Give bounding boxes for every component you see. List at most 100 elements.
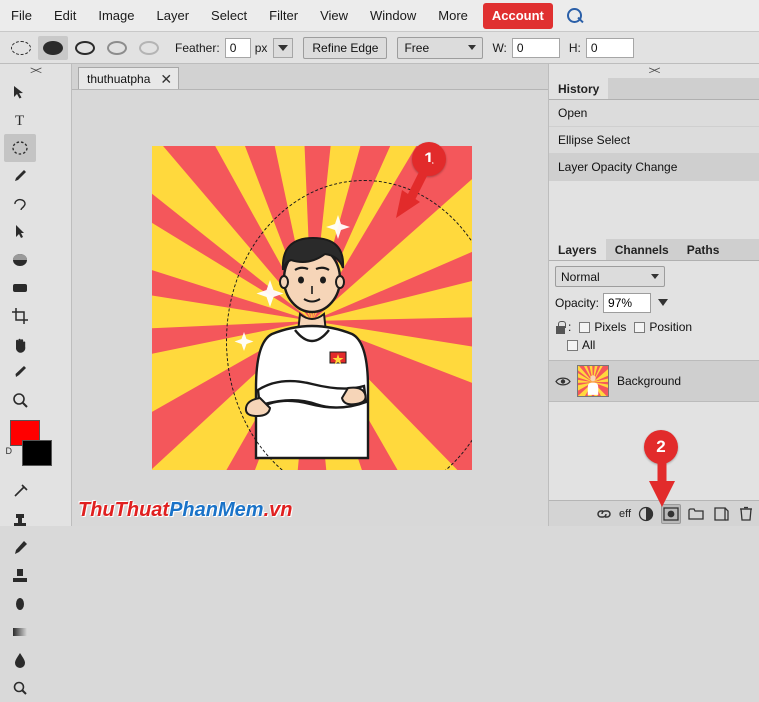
lock-row: : Pixels Position — [555, 320, 753, 334]
search-icon[interactable] — [565, 6, 585, 26]
eye-icon[interactable] — [555, 373, 571, 389]
menu-item-layer[interactable]: Layer — [146, 2, 201, 30]
tool-panel: >< T D — [0, 64, 72, 695]
hand-tool[interactable] — [4, 330, 36, 358]
blend-mode-select[interactable]: Normal — [555, 266, 665, 287]
artboard[interactable] — [152, 146, 472, 470]
paint-brush-tool[interactable] — [4, 534, 36, 562]
style-select[interactable]: Free — [397, 36, 484, 59]
menu-item-edit[interactable]: Edit — [43, 2, 87, 30]
layer-row-background[interactable]: Background — [549, 360, 759, 402]
rectangle-tool[interactable] — [4, 274, 36, 302]
menu-item-select[interactable]: Select — [200, 2, 258, 30]
lock-all-checkbox[interactable] — [567, 339, 578, 351]
opacity-dropdown-button[interactable] — [657, 296, 669, 311]
history-item-layer-opacity-change[interactable]: Layer Opacity Change — [549, 154, 759, 181]
marquee-solid-option[interactable] — [38, 35, 68, 60]
tab-history[interactable]: History — [549, 78, 609, 99]
layers-panel-footer: eff — [549, 500, 759, 526]
menu-item-file[interactable]: File — [0, 2, 43, 30]
lasso-tool[interactable] — [4, 190, 36, 218]
height-label: H: — [568, 40, 581, 55]
menu-item-more[interactable]: More — [427, 2, 479, 30]
opacity-input[interactable]: 97% — [603, 293, 652, 313]
width-label: W: — [492, 40, 507, 55]
feather-input[interactable]: 0 — [224, 37, 251, 58]
clone-stamp-tool[interactable] — [4, 506, 36, 534]
width-input[interactable]: 0 — [511, 37, 560, 58]
add-layer-mask-icon[interactable] — [661, 503, 681, 524]
marquee-dashed-option[interactable] — [6, 36, 36, 60]
opacity-label: Opacity: — [555, 296, 600, 310]
new-layer-icon[interactable] — [711, 504, 731, 524]
opacity-row: Opacity: 97% — [555, 293, 753, 313]
layer-thumbnail[interactable] — [577, 365, 609, 397]
watermark-mid: PhanMem — [169, 499, 264, 521]
blend-mode-value: Normal — [561, 269, 600, 284]
menu-item-image[interactable]: Image — [87, 2, 145, 30]
history-empty-area — [549, 181, 759, 239]
history-item-ellipse-select[interactable]: Ellipse Select — [549, 127, 759, 154]
account-button[interactable]: Account — [482, 2, 553, 29]
layers-panel-tabs: Layers Channels Paths — [549, 239, 759, 261]
feather-dropdown-button[interactable] — [273, 37, 294, 58]
lock-label: : — [568, 320, 572, 334]
default-colors-label[interactable]: D — [6, 446, 13, 456]
stamp-tool[interactable] — [4, 562, 36, 590]
close-icon[interactable]: ✕ — [160, 72, 172, 86]
layer-options: Normal Opacity: 97% : Pixels Position Al… — [549, 261, 759, 352]
refine-edge-button[interactable]: Refine Edge — [303, 36, 388, 59]
history-item-open[interactable]: Open — [549, 100, 759, 127]
style-select-value: Free — [404, 40, 430, 55]
document-tab[interactable]: thuthuatpha ✕ — [78, 67, 180, 89]
move-tool[interactable] — [4, 78, 36, 106]
new-group-icon[interactable] — [686, 504, 706, 524]
brush-tool[interactable] — [4, 162, 36, 190]
menu-item-window[interactable]: Window — [359, 2, 427, 30]
menu-item-view[interactable]: View — [309, 2, 359, 30]
type-tool[interactable]: T — [4, 106, 36, 134]
delete-layer-icon[interactable] — [736, 504, 756, 524]
eraser-tool[interactable] — [4, 590, 36, 618]
chevron-down-icon — [468, 45, 477, 50]
canvas-area[interactable]: ThuThuatPhanMem.vn — [72, 90, 548, 526]
feather-label: Feather: — [175, 40, 220, 55]
watermark-prefix: ThuThuat — [78, 499, 170, 521]
adjustment-layer-icon[interactable] — [636, 504, 656, 524]
gradient-ellipse-tool[interactable] — [4, 246, 36, 274]
path-selection-tool[interactable] — [4, 218, 36, 246]
crop-tool[interactable] — [4, 302, 36, 330]
marquee-subtract-option[interactable] — [102, 36, 132, 60]
elliptical-marquee-tool[interactable] — [4, 134, 36, 162]
marquee-add-option[interactable] — [70, 36, 100, 60]
history-panel-tabs: History — [549, 78, 759, 100]
lock-position-checkbox[interactable] — [634, 321, 646, 333]
tab-channels[interactable]: Channels — [606, 239, 678, 260]
lock-all-label: All — [582, 338, 596, 352]
tool-grid-secondary — [0, 478, 71, 702]
layer-effects-label[interactable]: eff — [619, 508, 631, 520]
tool-panel-grip[interactable]: >< — [0, 64, 71, 78]
dodge-tool[interactable] — [4, 674, 36, 702]
chevron-down-icon — [278, 44, 289, 51]
link-layers-icon[interactable] — [594, 504, 614, 524]
height-input[interactable]: 0 — [585, 37, 634, 58]
eyedropper-tool[interactable] — [4, 358, 36, 386]
right-panel-column: >< History Open Ellipse Select Layer Opa… — [548, 64, 759, 526]
lock-pixels-label: Pixels — [594, 320, 627, 334]
zoom-tool[interactable] — [4, 386, 36, 414]
healing-brush-tool[interactable] — [4, 478, 36, 506]
document-tab-bar: thuthuatpha ✕ — [72, 64, 548, 90]
lock-pixels-checkbox[interactable] — [579, 321, 591, 333]
document-tab-title: thuthuatpha — [87, 71, 151, 86]
background-color-swatch[interactable] — [21, 440, 52, 466]
lock-all-row: All — [555, 338, 753, 352]
svg-text:T: T — [15, 113, 24, 129]
tab-paths[interactable]: Paths — [678, 239, 729, 260]
right-panel-grip[interactable]: >< — [549, 64, 759, 78]
marquee-intersect-option[interactable] — [134, 36, 164, 60]
gradient-tool[interactable] — [4, 618, 36, 646]
menu-item-filter[interactable]: Filter — [258, 2, 309, 30]
tab-layers[interactable]: Layers — [549, 239, 606, 260]
blur-tool[interactable] — [4, 646, 36, 674]
